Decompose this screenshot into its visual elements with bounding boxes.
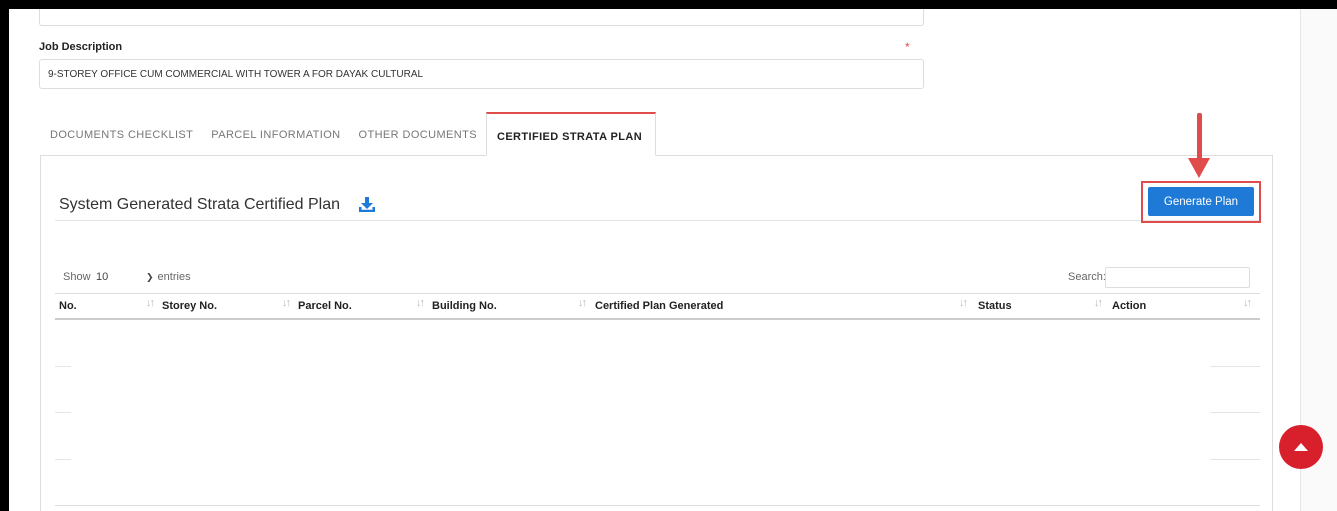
empty-row-divider <box>1210 366 1260 367</box>
annotation-arrow-shaft <box>1197 113 1202 161</box>
previous-field-input[interactable] <box>39 9 924 26</box>
generate-plan-button[interactable]: Generate Plan <box>1148 187 1254 216</box>
entries-label: entries <box>157 271 191 283</box>
empty-row-divider <box>55 366 71 367</box>
page-length-select[interactable]: 10 ❯ entries <box>96 268 206 286</box>
sort-icon[interactable]: ↓↑ <box>959 297 968 309</box>
window-frame-left <box>0 0 9 511</box>
section-title: System Generated Strata Certified Plan <box>59 196 341 213</box>
column-header-action[interactable]: Action <box>1112 300 1146 312</box>
window-frame-top <box>0 0 1337 9</box>
empty-row-divider <box>1210 412 1260 413</box>
arrow-up-icon <box>1294 443 1308 451</box>
annotation-arrow-head <box>1188 158 1210 178</box>
sort-icon[interactable]: ↓↑ <box>1094 297 1103 309</box>
job-description-input[interactable]: 9-STOREY OFFICE CUM COMMERCIAL WITH TOWE… <box>39 59 924 89</box>
download-icon[interactable] <box>358 196 376 214</box>
show-label: Show <box>63 271 91 283</box>
tab-parcel-information[interactable]: PARCEL INFORMATION <box>202 112 349 156</box>
table-top-border <box>55 293 1260 294</box>
chevron-down-icon: ❯ <box>146 271 154 282</box>
sort-icon[interactable]: ↓↑ <box>282 297 291 309</box>
column-header-building-no[interactable]: Building No. <box>432 300 497 312</box>
table-header-border <box>55 318 1260 320</box>
tab-bar: DOCUMENTS CHECKLIST PARCEL INFORMATION O… <box>40 112 657 156</box>
column-header-parcel-no[interactable]: Parcel No. <box>298 300 352 312</box>
column-header-no[interactable]: No. <box>59 300 77 312</box>
required-marker: * <box>905 40 910 54</box>
search-label: Search: <box>1068 271 1106 283</box>
sort-icon[interactable]: ↓↑ <box>416 297 425 309</box>
sort-icon[interactable]: ↓↑ <box>146 297 155 309</box>
tab-documents-checklist[interactable]: DOCUMENTS CHECKLIST <box>40 112 202 156</box>
column-header-storey-no[interactable]: Storey No. <box>162 300 217 312</box>
empty-row-divider <box>55 459 71 460</box>
search-input[interactable] <box>1105 267 1250 288</box>
tab-other-documents[interactable]: OTHER DOCUMENTS <box>350 112 486 156</box>
job-description-label: Job Description <box>39 41 123 53</box>
column-header-certified-plan-generated[interactable]: Certified Plan Generated <box>595 300 723 312</box>
sort-icon[interactable]: ↓↑ <box>578 297 587 309</box>
table-bottom-border <box>55 505 1260 506</box>
tab-certified-strata-plan[interactable]: CERTIFIED STRATA PLAN <box>485 112 657 156</box>
column-header-status[interactable]: Status <box>978 300 1012 312</box>
sort-icon[interactable]: ↓↑ <box>1243 297 1252 309</box>
empty-row-divider <box>55 412 71 413</box>
page-length-value: 10 <box>96 271 109 283</box>
empty-row-divider <box>1210 459 1260 460</box>
section-divider <box>55 220 1260 221</box>
scroll-to-top-button[interactable] <box>1279 425 1323 469</box>
